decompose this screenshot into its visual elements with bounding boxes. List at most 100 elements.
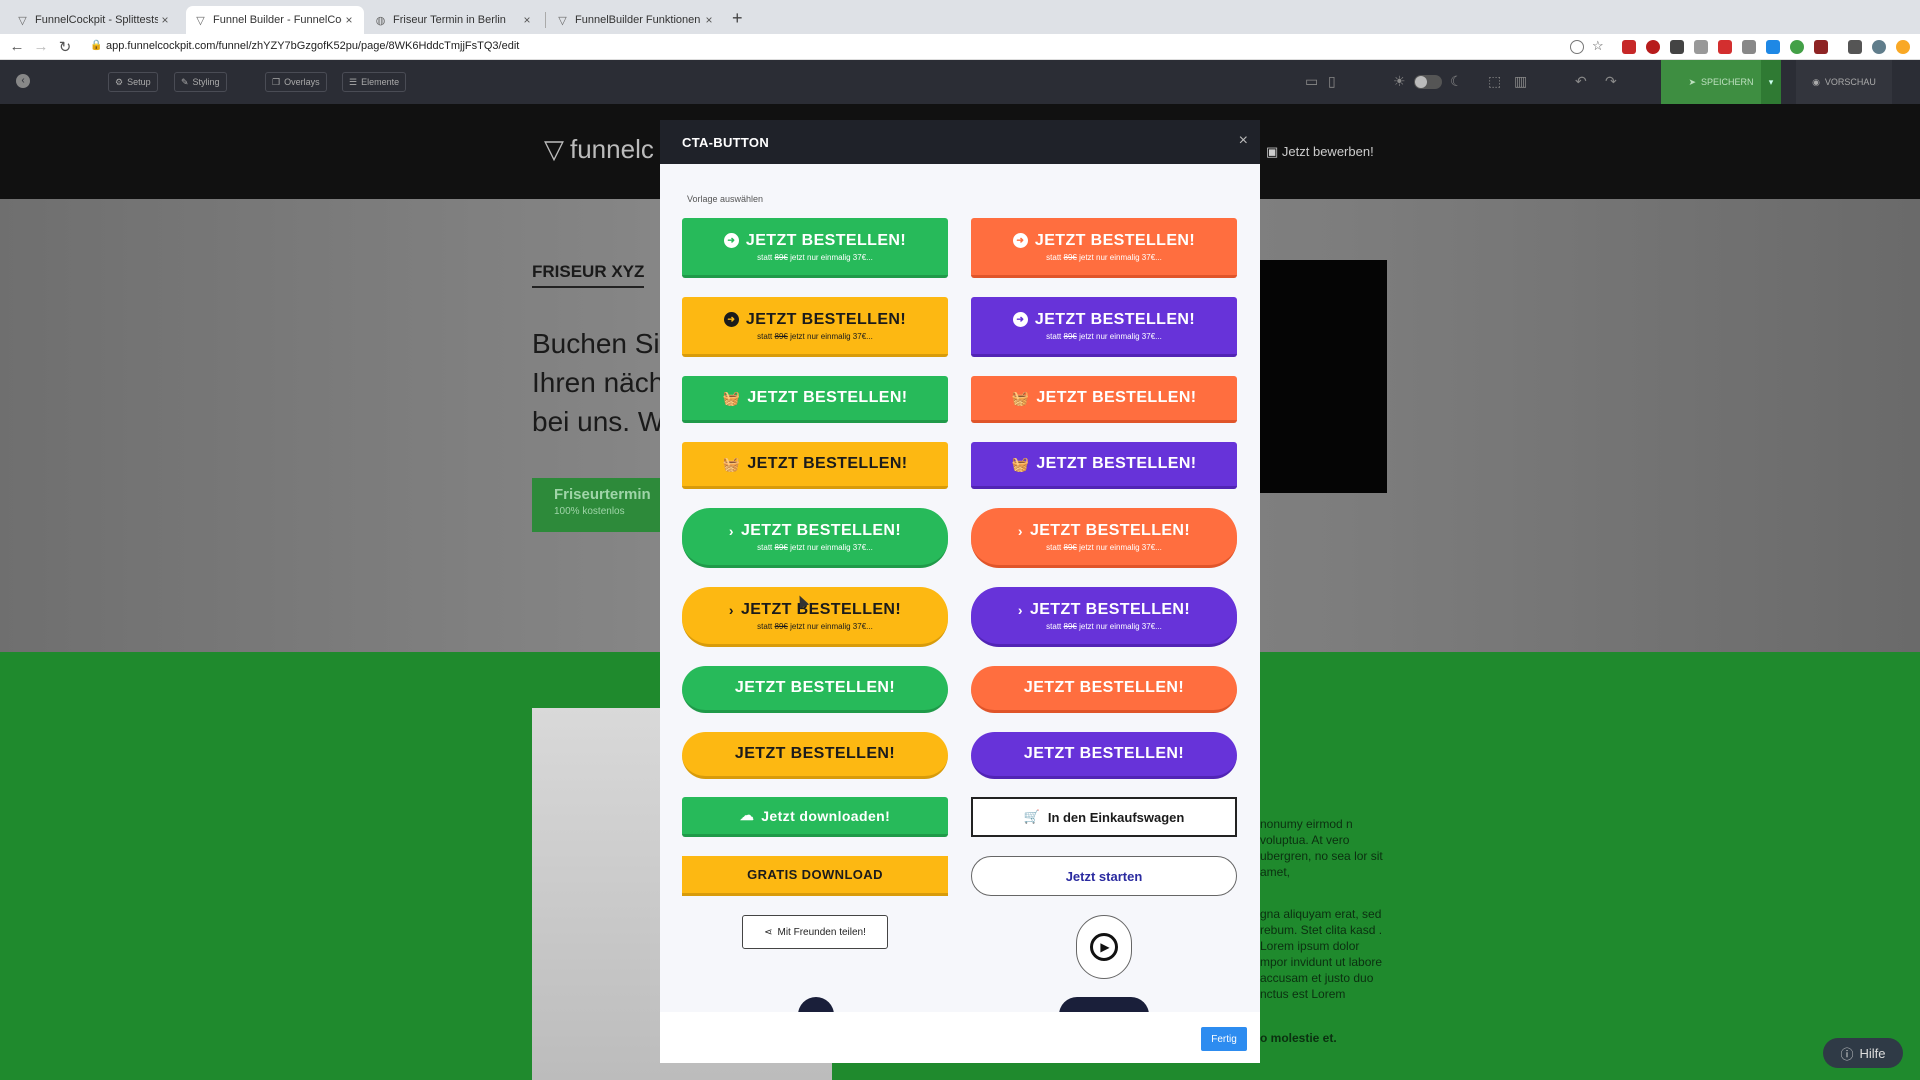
- cta-template-download[interactable]: ☁ Jetzt downloaden!: [682, 797, 948, 837]
- tab-funnelbuilder-funktionen[interactable]: ▽ FunnelBuilder Funktionen & Ele ×: [548, 6, 724, 34]
- modal-title: CTA-BUTTON: [682, 135, 770, 150]
- forward-icon[interactable]: →: [32, 38, 50, 55]
- new-tab-icon[interactable]: +: [732, 8, 743, 29]
- theme-toggle[interactable]: [1414, 75, 1442, 89]
- done-button[interactable]: Fertig: [1201, 1027, 1247, 1051]
- sun-icon[interactable]: ☀: [1393, 73, 1406, 90]
- basket-icon: 🧺: [722, 389, 741, 406]
- extension-icon[interactable]: [1718, 40, 1732, 54]
- section-label: FRISEUR XYZ: [532, 262, 645, 288]
- desktop-icon[interactable]: ▭: [1305, 73, 1318, 90]
- apply-link[interactable]: ▣ Jetzt bewerben!: [1266, 144, 1374, 160]
- cta-template-yellow-arrow[interactable]: ➜ JETZT BESTELLEN! statt 89€ jetzt nur ei…: [682, 297, 948, 357]
- tab-funnel-builder[interactable]: ▽ Funnel Builder - FunnelCockpit ×: [186, 6, 364, 34]
- elements-button[interactable]: ☰ Elemente: [342, 72, 407, 92]
- cta-template-purple-pill[interactable]: JETZT BESTELLEN!: [971, 732, 1237, 779]
- cta-template-pill-peek[interactable]: [1059, 997, 1149, 1012]
- reload-icon[interactable]: ↻: [56, 38, 74, 56]
- moon-icon[interactable]: ☾: [1450, 73, 1463, 90]
- cta-template-green-basket[interactable]: 🧺 JETZT BESTELLEN!: [682, 376, 948, 423]
- gear-icon: ⚙: [115, 76, 124, 87]
- extension-icon[interactable]: [1622, 40, 1636, 54]
- grid-icon[interactable]: ⬚: [1488, 73, 1501, 90]
- cta-template-green-pill[interactable]: JETZT BESTELLEN!: [682, 666, 948, 713]
- cta-template-yellow-basket[interactable]: 🧺 JETZT BESTELLEN!: [682, 442, 948, 489]
- preview-button[interactable]: ◉ VORSCHAU: [1796, 60, 1892, 104]
- editor-toolbar: ‹ ⚙ Setup ✎ Styling ❐ Overlays ☰ Element…: [0, 60, 1920, 104]
- cart-label: In den Einkaufswagen: [1047, 809, 1185, 825]
- star-icon[interactable]: ☆: [1592, 39, 1606, 54]
- chevron-down-icon: ▾: [1768, 76, 1774, 87]
- tab-title: FunnelCockpit - Splittests, Ma: [35, 14, 158, 26]
- cta-label: JETZT BESTELLEN!: [1034, 231, 1196, 249]
- tab-separator: [545, 12, 546, 28]
- location-icon[interactable]: [1570, 40, 1584, 54]
- cta-template-share[interactable]: ⋖ Mit Freunden teilen!: [742, 915, 888, 949]
- close-icon[interactable]: ×: [1239, 132, 1248, 150]
- sub-suffix: jetzt nur einmalig 37€...: [790, 252, 873, 262]
- overlays-button[interactable]: ❐ Overlays: [265, 72, 327, 92]
- cta-template-orange-arrow[interactable]: ➜ JETZT BESTELLEN! statt 89€ jetzt nur ei…: [971, 218, 1237, 278]
- help-button[interactable]: ⓘ Hilfe: [1823, 1038, 1903, 1068]
- cta-template-purple-basket[interactable]: 🧺 JETZT BESTELLEN!: [971, 442, 1237, 489]
- redo-icon[interactable]: ↷: [1605, 73, 1617, 90]
- cta-sub: statt 89€ jetzt nur einmalig 37€...: [757, 253, 873, 262]
- cart-icon: 🛒: [1023, 809, 1040, 824]
- funnel-icon: ▽: [18, 14, 27, 27]
- extension-icon[interactable]: [1896, 40, 1910, 54]
- extension-icon[interactable]: [1742, 40, 1756, 54]
- body-text: nonumy eirmod n voluptua. At vero ubergr…: [1260, 817, 1383, 879]
- cta-template-green-chevron-pill[interactable]: › JETZT BESTELLEN! statt 89€ jetzt nur ei…: [682, 508, 948, 568]
- extension-icon[interactable]: [1766, 40, 1780, 54]
- play-icon: ▶: [1090, 933, 1118, 961]
- styling-button[interactable]: ✎ Styling: [174, 72, 227, 92]
- cta-template-yellow-pill[interactable]: JETZT BESTELLEN!: [682, 732, 948, 779]
- sub-prefix: statt: [1046, 331, 1062, 341]
- extension-icon[interactable]: [1646, 40, 1660, 54]
- close-icon[interactable]: ×: [520, 13, 534, 27]
- cta-template-round-peek[interactable]: [798, 997, 834, 1012]
- extension-icon[interactable]: [1790, 40, 1804, 54]
- cta-template-gratis-download[interactable]: GRATIS DOWNLOAD: [682, 856, 948, 896]
- cta-template-play[interactable]: ▶: [1076, 915, 1132, 979]
- tab-funnelcockpit-splittests[interactable]: ▽ FunnelCockpit - Splittests, Ma ×: [8, 6, 180, 34]
- cta-template-orange-chevron-pill[interactable]: › JETZT BESTELLEN! statt 89€ jetzt nur ei…: [971, 508, 1237, 568]
- cta-template-green-arrow[interactable]: ➜ JETZT BESTELLEN! statt 89€ jetzt nur ei…: [682, 218, 948, 278]
- close-icon[interactable]: ×: [342, 13, 356, 27]
- cta-main: ☁ Jetzt downloaden!: [740, 807, 890, 824]
- globe-icon: ◍: [375, 14, 386, 27]
- setup-button[interactable]: ⚙ Setup: [108, 72, 158, 92]
- save-dropdown-button[interactable]: ▾: [1761, 60, 1781, 104]
- back-icon[interactable]: ‹: [16, 74, 30, 88]
- cta-template-orange-pill[interactable]: JETZT BESTELLEN!: [971, 666, 1237, 713]
- menu-icon[interactable]: [1848, 40, 1862, 54]
- url-field[interactable]: app.funnelcockpit.com/funnel/zhYZY7bGzgo…: [106, 40, 519, 52]
- avatar[interactable]: [1872, 40, 1886, 54]
- undo-icon[interactable]: ↶: [1575, 73, 1587, 90]
- back-icon[interactable]: ←: [8, 38, 26, 55]
- cta-template-start-now[interactable]: Jetzt starten: [971, 856, 1237, 896]
- cta-template-purple-arrow[interactable]: ➜ JETZT BESTELLEN! statt 89€ jetzt nur ei…: [971, 297, 1237, 357]
- hero-headline: Buchen Si Ihren näch bei uns. W: [532, 324, 664, 441]
- cta-main: ➜ JETZT BESTELLEN!: [723, 231, 907, 250]
- sub-prefix: statt: [1046, 252, 1062, 262]
- cta-template-add-to-cart[interactable]: 🛒 In den Einkaufswagen: [971, 797, 1237, 837]
- cta-template-purple-chevron-pill[interactable]: › JETZT BESTELLEN! statt 89€ jetzt nur ei…: [971, 587, 1237, 647]
- cta-label: JETZT BESTELLEN!: [745, 231, 907, 249]
- tab-title: FunnelBuilder Funktionen & Ele: [575, 14, 702, 26]
- cta-main: JETZT BESTELLEN!: [735, 745, 895, 763]
- cta-template-orange-basket[interactable]: 🧺 JETZT BESTELLEN!: [971, 376, 1237, 423]
- extension-icon[interactable]: [1694, 40, 1708, 54]
- old-price: 89€: [1063, 331, 1077, 341]
- arrow-circle-right-icon: ➜: [723, 233, 739, 248]
- close-icon[interactable]: ×: [158, 13, 172, 27]
- extension-icon[interactable]: [1814, 40, 1828, 54]
- hero-cta-button[interactable]: Friseurtermin 100% kostenlos: [532, 478, 662, 532]
- layout-icon[interactable]: ▥: [1514, 73, 1527, 90]
- mobile-icon[interactable]: ▯: [1328, 73, 1336, 90]
- cta-template-yellow-chevron-pill[interactable]: › JETZT BESTELLEN! statt 89€ jetzt nur ei…: [682, 587, 948, 647]
- tab-friseur-termin[interactable]: ◍ Friseur Termin in Berlin ×: [366, 6, 542, 34]
- extension-icon[interactable]: [1670, 40, 1684, 54]
- cta-label: JETZT BESTELLEN!: [1023, 745, 1185, 762]
- close-icon[interactable]: ×: [702, 13, 716, 27]
